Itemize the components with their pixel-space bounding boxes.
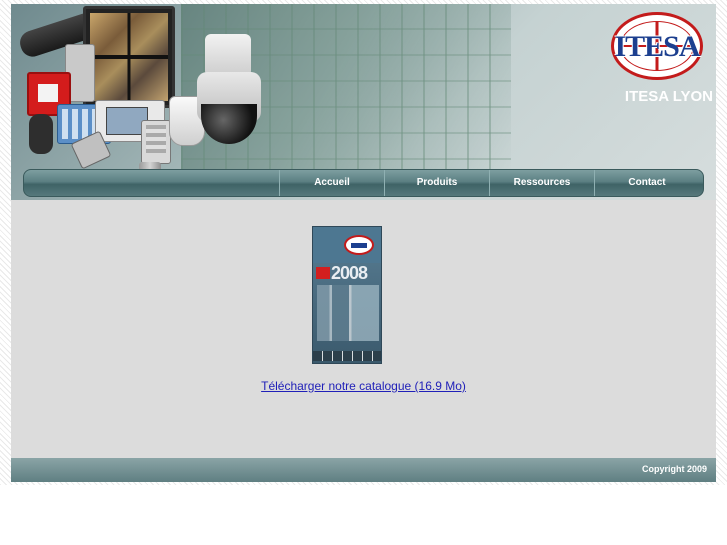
- nav-item-produits[interactable]: Produits: [384, 170, 489, 196]
- main-nav: Accueil Produits Ressources Contact: [23, 169, 704, 197]
- nav-item-contact[interactable]: Contact: [594, 170, 699, 196]
- badge-reader-image: [29, 114, 53, 154]
- catalog-red-tag: [316, 267, 330, 279]
- catalog-cover-image[interactable]: 2008: [312, 226, 382, 364]
- itesa-logo[interactable]: ITESA: [611, 12, 707, 84]
- site-name: ITESA LYON: [624, 88, 713, 105]
- catalog-strip: [313, 351, 381, 361]
- catalog-year: 2008: [331, 263, 368, 283]
- copyright-text: Copyright 2009: [641, 464, 707, 474]
- nav-item-ressources[interactable]: Ressources: [489, 170, 594, 196]
- dome-camera-image: [193, 34, 263, 144]
- catalog-logo-icon: [344, 235, 374, 255]
- nav-item-accueil[interactable]: Accueil: [279, 170, 384, 196]
- cctv-monitor-image: [83, 6, 175, 108]
- header-banner: ITESA ITESA LYON Accueil Produits Ressou…: [11, 4, 716, 200]
- download-catalog-link[interactable]: Télécharger notre catalogue (16.9 Mo): [11, 379, 716, 393]
- page-container: ITESA ITESA LYON Accueil Produits Ressou…: [11, 4, 716, 482]
- main-content: 2008 Télécharger notre catalogue (16.9 M…: [11, 200, 716, 458]
- access-reader-image: [141, 120, 171, 164]
- footer: Copyright 2009: [11, 458, 716, 482]
- catalog-photos: [317, 285, 379, 341]
- logo-text: ITESA: [614, 30, 700, 63]
